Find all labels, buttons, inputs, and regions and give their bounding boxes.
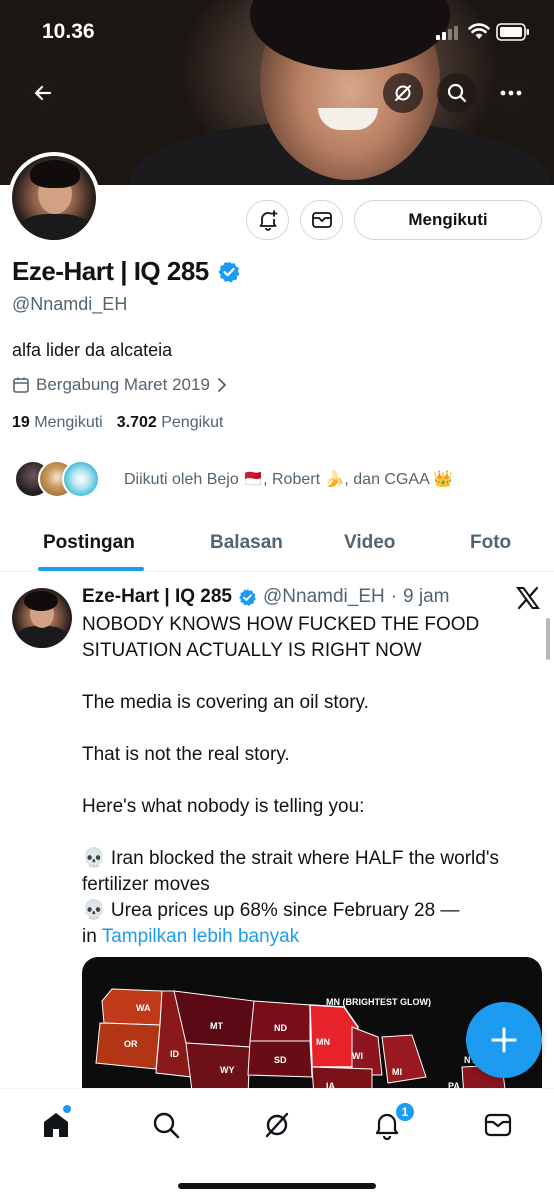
follower-avatar [62, 460, 100, 498]
grok-button[interactable] [383, 73, 423, 113]
wifi-icon [468, 23, 490, 39]
verified-badge-icon [218, 261, 240, 282]
avatar-hair [24, 591, 58, 611]
notifications-badge: 1 [394, 1101, 416, 1123]
joined-date-row[interactable]: Bergabung Maret 2019 [12, 375, 228, 395]
battery-icon [496, 23, 529, 41]
search-button[interactable] [437, 73, 477, 113]
grok-icon [395, 85, 411, 101]
avatar-hair [30, 160, 80, 188]
avatar-shirt [16, 626, 68, 648]
profile-bio: alfa lider da alcateia [12, 340, 173, 360]
profile-name: Eze-Hart | IQ 285 [12, 256, 209, 286]
envelope-icon [311, 212, 332, 228]
joined-date: Bergabung Maret 2019 [36, 375, 210, 394]
back-button[interactable] [23, 73, 63, 113]
status-bar: 10.36 [0, 0, 554, 64]
envelope-icon [484, 1113, 512, 1137]
post-body: NOBODY KNOWS HOW FUCKED THE FOOD SITUATI… [82, 612, 542, 950]
avatar-shirt [18, 214, 92, 240]
followed-by-avatars[interactable] [14, 460, 100, 498]
map-label-wi: WI [352, 1051, 363, 1061]
map-label-mi: MI [392, 1067, 402, 1077]
calendar-icon [13, 377, 29, 393]
post-author-avatar[interactable] [12, 588, 72, 648]
nav-search[interactable] [146, 1105, 186, 1145]
map-label-mn: MN [316, 1037, 330, 1047]
profile-avatar[interactable] [8, 152, 100, 244]
post-separator: · [390, 586, 398, 607]
chevron-right-icon [218, 378, 227, 392]
followers-link[interactable]: 3.702 Pengikut [117, 414, 224, 432]
bell-plus-icon [259, 210, 277, 231]
tab-video[interactable]: Video [344, 532, 395, 554]
map-label-wa: WA [136, 1003, 151, 1013]
map-label-sd: SD [274, 1055, 287, 1065]
profile-tabs: Postingan Balasan Video Foto [0, 520, 554, 572]
message-button[interactable] [300, 200, 343, 240]
cellular-signal-icon [436, 26, 458, 40]
tab-balasan[interactable]: Balasan [210, 532, 283, 554]
profile-handle: @Nnamdi_EH [12, 294, 128, 314]
followers-count: 3.702 [116, 414, 157, 431]
tab-foto[interactable]: Foto [470, 532, 511, 554]
tab-postingan[interactable]: Postingan [43, 532, 135, 554]
map-label-wy: WY [220, 1065, 235, 1075]
post-header: Eze-Hart | IQ 285 @Nnamdi_EH · 9 jam [82, 586, 450, 608]
search-icon [447, 83, 467, 103]
following-button[interactable]: Mengikuti [354, 200, 542, 240]
more-options-button[interactable] [491, 73, 531, 113]
active-tab-indicator [38, 567, 144, 571]
map-label-mn-caption: MN (BRIGHTEST GLOW) [326, 997, 431, 1007]
notify-button[interactable] [246, 200, 289, 240]
follow-counts: 19 Mengikuti 3.702 Pengikut [12, 414, 224, 432]
status-time: 10.36 [42, 20, 95, 43]
scrollbar[interactable] [546, 618, 550, 660]
home-indicator [178, 1183, 376, 1189]
x-logo-icon[interactable] [516, 586, 540, 610]
bottom-navigation: 1 [0, 1088, 554, 1199]
post-time[interactable]: 9 jam [403, 586, 449, 608]
map-label-mt: MT [210, 1021, 223, 1031]
home-icon [44, 1113, 68, 1137]
home-unread-dot [63, 1105, 71, 1113]
profile-name-row: Eze-Hart | IQ 285 [12, 256, 241, 287]
post-body-text: NOBODY KNOWS HOW FUCKED THE FOOD SITUATI… [82, 614, 499, 947]
grok-icon [265, 1112, 289, 1138]
post-author-handle[interactable]: @Nnamdi_EH [263, 586, 385, 608]
show-more-link[interactable]: Tampilkan lebih banyak [102, 926, 300, 947]
following-link[interactable]: 19 Mengikuti [12, 414, 103, 432]
compose-button[interactable] [466, 1002, 542, 1078]
map-label-or: OR [124, 1039, 138, 1049]
post-author-name[interactable]: Eze-Hart | IQ 285 [82, 586, 232, 608]
post[interactable]: Eze-Hart | IQ 285 @Nnamdi_EH · 9 jam NOB… [0, 572, 554, 1092]
arrow-left-icon [34, 85, 52, 101]
following-label: Mengikuti [34, 414, 103, 431]
verified-badge-icon [239, 588, 256, 606]
plus-icon [491, 1027, 517, 1053]
followed-by-text[interactable]: Diikuti oleh Bejo 🇲🇨, Robert 🍌, dan CGAA… [124, 469, 453, 489]
nav-grok[interactable] [257, 1105, 297, 1145]
map-label-nd: ND [274, 1023, 287, 1033]
map-label-id: ID [170, 1049, 179, 1059]
more-dots-icon [500, 90, 522, 96]
nav-messages[interactable] [478, 1105, 518, 1145]
following-count: 19 [12, 414, 30, 431]
search-icon [153, 1112, 180, 1139]
followers-label: Pengikut [161, 414, 224, 431]
